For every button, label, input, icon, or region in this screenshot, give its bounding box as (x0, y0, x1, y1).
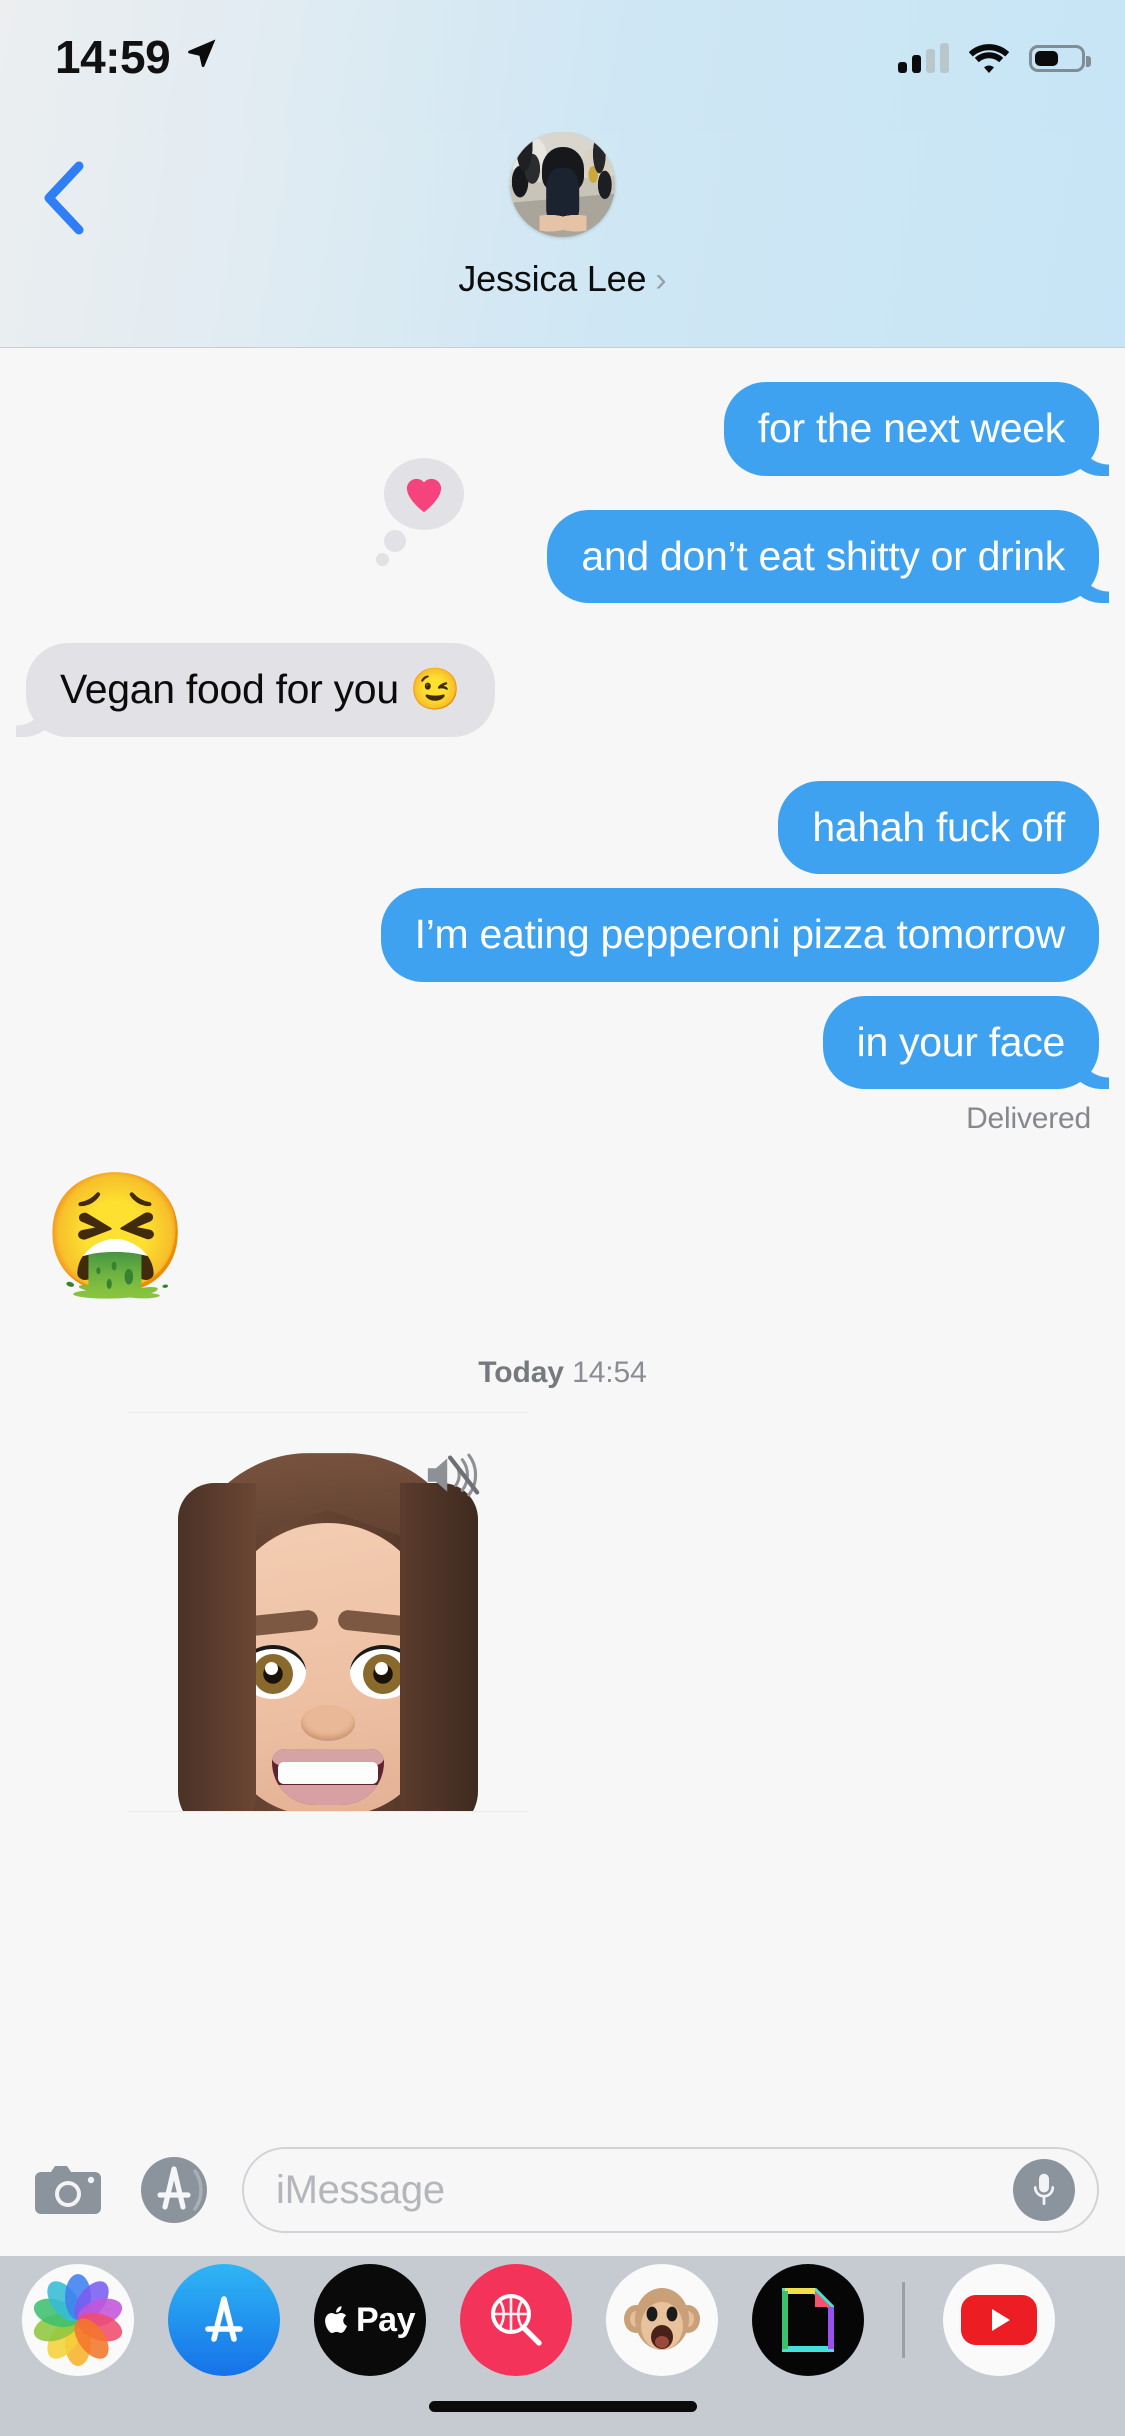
message-bubble-outgoing[interactable]: and don’t eat shitty or drink (547, 509, 1099, 604)
timestamp-time: 14:54 (572, 1356, 647, 1390)
speaker-muted-icon[interactable] (424, 1451, 482, 1499)
app-icon-apple-pay[interactable]: Pay (314, 2264, 426, 2376)
heart-icon (406, 478, 442, 512)
apple-pay-label: Pay (356, 2300, 416, 2339)
message-row[interactable]: I’m eating pepperoni pizza tomorrow (0, 888, 1125, 982)
apple-logo-icon (325, 2306, 347, 2333)
message-bubble-outgoing[interactable]: hahah fuck off (778, 780, 1099, 875)
delivery-status: Delivered (966, 1102, 1091, 1136)
drawer-divider (902, 2282, 905, 2358)
wifi-icon (968, 44, 1010, 73)
avatar[interactable] (510, 132, 615, 237)
status-bar: 14:59 (0, 0, 1125, 132)
status-time: 14:59 (55, 31, 171, 83)
images-search-icon (491, 2294, 542, 2346)
app-store-icon (205, 2296, 243, 2342)
contact-name: Jessica Lee (458, 258, 647, 299)
memoji-video-message[interactable] (0, 1412, 1125, 1813)
message-row[interactable]: in your face (0, 995, 1125, 1090)
camera-icon (35, 2166, 101, 2214)
microphone-icon (1033, 2173, 1055, 2206)
app-icon-animoji[interactable] (606, 2264, 718, 2376)
signal-bars-icon (898, 43, 949, 73)
app-icon-photos[interactable] (22, 2264, 134, 2376)
app-store-button[interactable] (134, 2148, 218, 2232)
message-bubble-outgoing[interactable]: in your face (822, 995, 1099, 1090)
imessage-field[interactable] (242, 2147, 1099, 2233)
app-icon-app-store[interactable] (168, 2264, 280, 2376)
app-icon-images[interactable] (460, 2264, 572, 2376)
message-input-bar (0, 2124, 1125, 2256)
app-icon-youtube[interactable] (943, 2264, 1055, 2376)
message-bubble-outgoing[interactable]: for the next week (723, 382, 1099, 476)
battery-icon (1029, 44, 1091, 72)
message-row[interactable]: for the next week (0, 382, 1125, 476)
timestamp-day: Today (478, 1356, 564, 1390)
message-row[interactable]: hahah fuck off (0, 780, 1125, 875)
memoji-video-frame[interactable] (128, 1412, 528, 1813)
message-row[interactable]: Vegan food for you 😉 (0, 643, 1125, 737)
status-indicators (898, 41, 1091, 75)
location-arrow-icon (188, 39, 216, 68)
big-emoji-message[interactable]: 🤮 (0, 1169, 1125, 1300)
camera-button[interactable] (26, 2148, 110, 2232)
chevron-right-icon: › (655, 261, 667, 299)
message-bubble-outgoing[interactable]: I’m eating pepperoni pizza tomorrow (380, 888, 1099, 982)
photos-icon (30, 2274, 126, 2366)
rainbow-page-icon (782, 2288, 834, 2352)
microphone-button[interactable] (1013, 2159, 1075, 2221)
youtube-icon (961, 2295, 1037, 2345)
home-indicator (428, 2401, 697, 2412)
imessage-input[interactable] (276, 2167, 1013, 2213)
app-store-icon (141, 2157, 207, 2223)
message-row[interactable]: and don’t eat shitty or drink (0, 457, 1125, 604)
contact-header[interactable]: Jessica Lee › (0, 132, 1125, 300)
message-thread[interactable]: for the next week and don’t eat shitty o… (0, 348, 1125, 2124)
app-icon-stickers[interactable] (752, 2264, 864, 2376)
day-timestamp: Today 14:54 (0, 1356, 1125, 1390)
app-drawer-list: Pay (0, 2256, 1125, 2384)
contact-name-row[interactable]: Jessica Lee › (458, 258, 666, 300)
message-bubble-incoming[interactable]: Vegan food for you 😉 (26, 643, 495, 737)
animoji-monkey-icon (624, 2288, 700, 2350)
